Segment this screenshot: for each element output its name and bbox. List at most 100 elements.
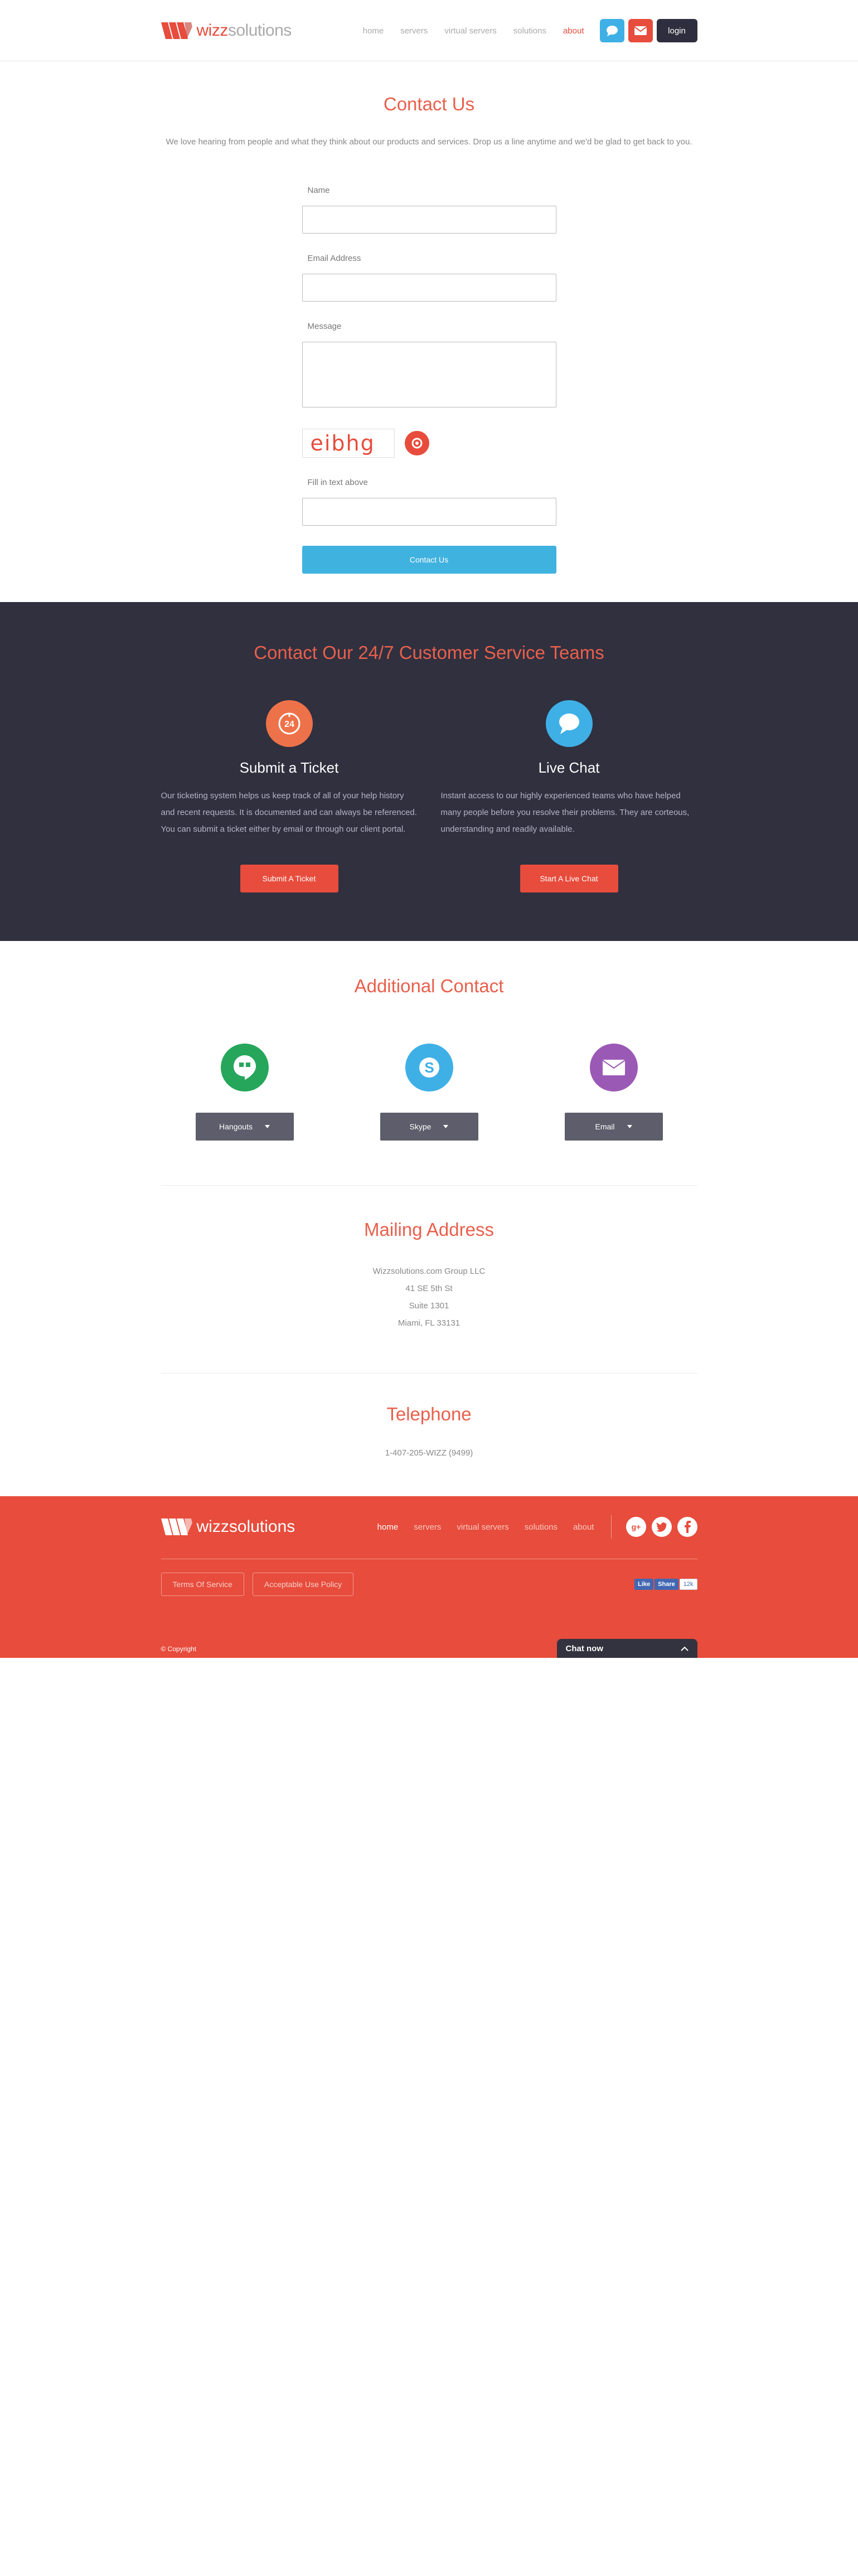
- hangouts-icon: [233, 1055, 256, 1080]
- logo-text: wizzsolutions: [196, 21, 292, 40]
- telephone-title: Telephone: [386, 1404, 472, 1424]
- logo-mark-icon: [161, 1519, 192, 1535]
- chevron-up-icon: [680, 1646, 689, 1651]
- svg-text:g+: g+: [631, 1522, 641, 1531]
- google-plus-icon: g+: [631, 1522, 641, 1531]
- skype-icon: S: [419, 1057, 439, 1078]
- fb-like-count: 12k: [679, 1579, 697, 1590]
- hangouts-column: Hangouts: [195, 1044, 294, 1141]
- ticket-title: Submit a Ticket: [239, 759, 339, 776]
- facebook-like-widget: Like Share 12k: [634, 1579, 697, 1590]
- refresh-icon: [411, 438, 422, 449]
- captcha-input[interactable]: [302, 498, 556, 526]
- submit-ticket-button[interactable]: Submit A Ticket: [240, 865, 338, 892]
- contact-section: Contact Us We love hearing from people a…: [0, 61, 858, 602]
- nav-solutions[interactable]: solutions: [513, 26, 546, 36]
- caret-down-icon: [627, 1125, 632, 1128]
- svg-text:S: S: [424, 1059, 434, 1076]
- telephone-section: Telephone 1-407-205-WIZZ (9499): [161, 1374, 697, 1496]
- captcha-label: Fill in text above: [307, 478, 368, 487]
- contact-form: Name Email Address Message eibhg Fill in…: [302, 186, 556, 574]
- ticket-icon-circle: 24: [265, 700, 313, 747]
- livechat-column: Live Chat Instant access to our highly e…: [441, 700, 697, 892]
- svg-text:24: 24: [284, 720, 294, 729]
- hangouts-dropdown[interactable]: Hangouts: [195, 1113, 294, 1141]
- footer-nav-home[interactable]: home: [377, 1522, 399, 1532]
- caret-down-icon: [443, 1125, 449, 1128]
- footer-nav: home servers virtual servers solutions a…: [377, 1522, 594, 1532]
- footer-nav-virtual-servers[interactable]: virtual servers: [457, 1522, 508, 1532]
- additional-title: Additional Contact: [354, 976, 504, 996]
- chat-bubble-icon: [559, 714, 579, 734]
- footer-nav-solutions[interactable]: solutions: [525, 1522, 558, 1532]
- twitter-icon: [656, 1522, 667, 1532]
- envelope-icon: [602, 1060, 625, 1075]
- address-line: Miami, FL 33131: [398, 1318, 460, 1328]
- nav-virtual-servers[interactable]: virtual servers: [444, 26, 496, 36]
- fb-share-button[interactable]: Share: [655, 1579, 678, 1590]
- address-line: 41 SE 5th St: [405, 1284, 453, 1293]
- skype-icon-circle: S: [405, 1044, 453, 1091]
- contact-submit-button[interactable]: Contact Us: [302, 546, 556, 574]
- hangouts-icon-circle: [220, 1044, 269, 1091]
- logo-mark-icon: [161, 22, 192, 39]
- hangouts-label: Hangouts: [219, 1122, 253, 1131]
- page-title: Contact Us: [383, 94, 475, 114]
- email-icon-circle: [589, 1044, 638, 1091]
- address-line: Suite 1301: [409, 1301, 449, 1311]
- mail-button[interactable]: [628, 19, 653, 42]
- message-textarea[interactable]: [302, 342, 556, 407]
- nav-home[interactable]: home: [363, 26, 384, 36]
- captcha-refresh-button[interactable]: [404, 431, 429, 455]
- address-line: Wizzsolutions.com Group LLC: [372, 1267, 486, 1276]
- acceptable-use-policy-link[interactable]: Acceptable Use Policy: [252, 1573, 354, 1596]
- captcha-image: eibhg: [302, 429, 395, 458]
- contact-intro: We love hearing from people and what the…: [166, 137, 692, 147]
- name-label: Name: [307, 186, 330, 195]
- footer-nav-servers[interactable]: servers: [414, 1522, 441, 1532]
- skype-label: Skype: [409, 1122, 432, 1131]
- name-input[interactable]: [302, 206, 556, 234]
- footer-logo[interactable]: wizzsolutions: [161, 1517, 295, 1536]
- chat-button[interactable]: [599, 19, 624, 42]
- footer-divider: [610, 1515, 612, 1539]
- main-nav: home servers virtual servers solutions a…: [363, 26, 584, 36]
- footer-nav-about[interactable]: about: [573, 1522, 594, 1532]
- chat-now-widget[interactable]: Chat now: [556, 1639, 697, 1658]
- fb-like-button[interactable]: Like: [634, 1579, 654, 1590]
- ticket-text: Our ticketing system helps us keep track…: [161, 791, 417, 834]
- start-live-chat-button[interactable]: Start A Live Chat: [520, 865, 618, 892]
- email-label: Email: [595, 1122, 615, 1131]
- email-dropdown[interactable]: Email: [564, 1113, 663, 1141]
- livechat-title: Live Chat: [538, 759, 600, 776]
- ticket-column: 24 Submit a Ticket Our ticketing system …: [161, 700, 418, 892]
- skype-column: S Skype: [380, 1044, 478, 1141]
- email-label: Email Address: [307, 254, 361, 263]
- nav-servers[interactable]: servers: [400, 26, 428, 36]
- site-header: wizzsolutions home servers virtual serve…: [0, 0, 858, 61]
- skype-dropdown[interactable]: Skype: [380, 1113, 478, 1141]
- mailing-address-section: Mailing Address Wizzsolutions.com Group …: [161, 1186, 697, 1332]
- email-column: Email: [564, 1044, 663, 1141]
- caret-down-icon: [264, 1125, 270, 1128]
- nav-about[interactable]: about: [563, 26, 584, 36]
- speech-bubble-icon: [606, 26, 618, 36]
- livechat-text: Instant access to our highly experienced…: [440, 791, 690, 834]
- facebook-icon: [684, 1521, 691, 1533]
- site-footer: wizzsolutions home servers virtual serve…: [0, 1496, 858, 1658]
- additional-contact-section: Additional Contact Hangouts S Skype Emai…: [0, 941, 858, 1496]
- envelope-icon: [634, 26, 647, 35]
- message-label: Message: [307, 322, 342, 331]
- livechat-icon-circle: [545, 700, 593, 747]
- customer-service-section: Contact Our 24/7 Customer Service Teams …: [0, 602, 858, 941]
- chat-now-label: Chat now: [565, 1643, 604, 1653]
- footer-logo-text: wizzsolutions: [196, 1517, 295, 1536]
- email-input[interactable]: [302, 274, 556, 302]
- clock-24-icon: 24: [278, 712, 300, 735]
- logo[interactable]: wizzsolutions: [161, 21, 292, 40]
- facebook-link[interactable]: [677, 1517, 697, 1537]
- terms-of-service-link[interactable]: Terms Of Service: [161, 1573, 244, 1596]
- login-button[interactable]: login: [656, 19, 697, 42]
- twitter-link[interactable]: [651, 1517, 672, 1537]
- google-plus-link[interactable]: g+: [626, 1517, 646, 1537]
